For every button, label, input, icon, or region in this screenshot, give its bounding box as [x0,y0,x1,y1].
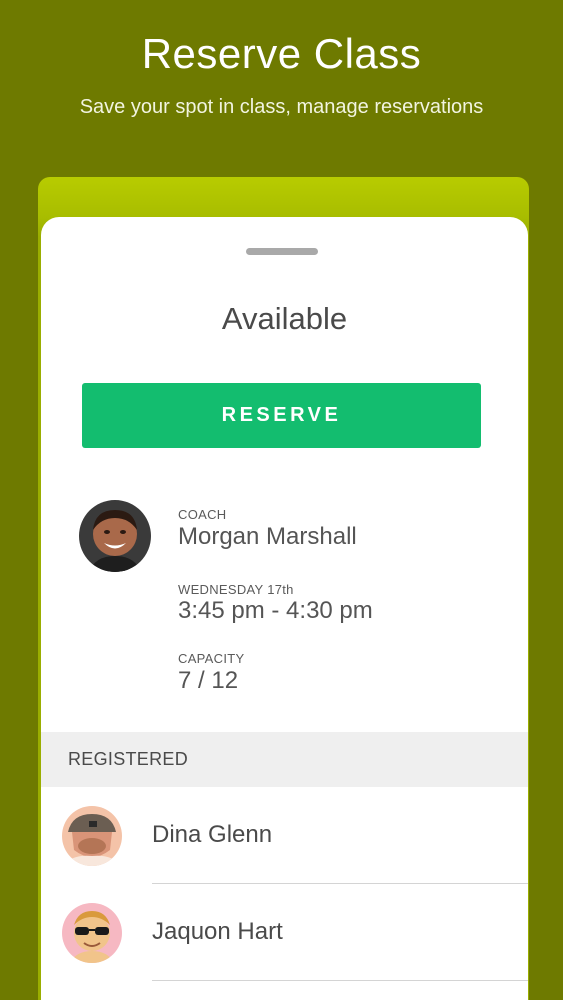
row-divider [152,980,528,981]
capacity-value: 7 / 12 [178,667,239,694]
coach-avatar [79,500,151,572]
capacity-label: CAPACITY [178,651,245,666]
registered-person-row[interactable]: Jaquon Hart [41,884,528,981]
sheet-grabber-handle[interactable] [246,248,318,255]
person-name: Dina Glenn [152,821,273,848]
reserve-button[interactable]: RESERVE [82,383,481,448]
coach-name: Morgan Marshall [178,523,357,550]
promo-title: Reserve Class [141,30,422,77]
person-avatar [62,806,122,866]
person-avatar [62,903,122,963]
coach-label: COACH [178,507,227,522]
person-name: Jaquon Hart [152,918,283,945]
class-time: 3:45 pm - 4:30 pm [178,597,373,624]
availability-status: Available [221,301,348,336]
registered-label: REGISTERED [68,749,189,769]
promo-subtitle: Save your spot in class, manage reservat… [79,96,484,118]
registered-person-row[interactable]: Dina Glenn [41,787,528,884]
registered-section-header: REGISTERED [41,732,528,787]
class-date-label: WEDNESDAY 17th [178,582,294,597]
class-detail-sheet: Available RESERVE COACH Morgan Marshall … [41,217,528,1000]
